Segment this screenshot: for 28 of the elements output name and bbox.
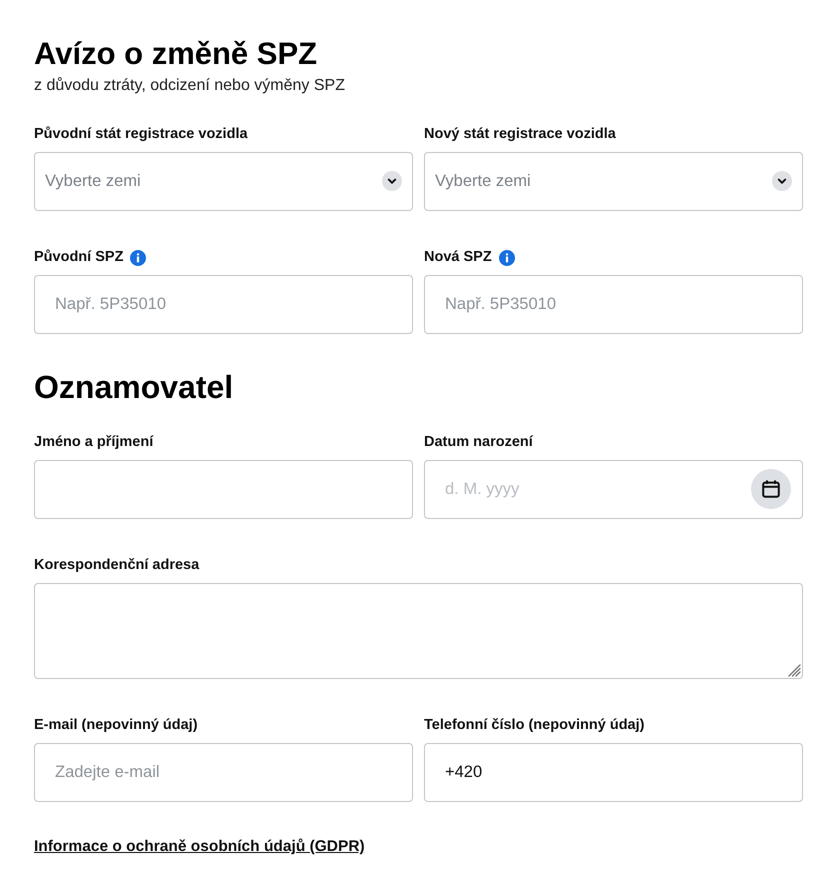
text-field[interactable]: Zadejte e-mail bbox=[34, 743, 413, 802]
field-label: Datum narození bbox=[424, 434, 533, 451]
field-label: Jméno a příjmení bbox=[34, 434, 154, 451]
field-label: Nová SPZ bbox=[424, 249, 492, 266]
text-field[interactable] bbox=[34, 460, 413, 519]
chevron-down-icon bbox=[772, 171, 792, 191]
date-field[interactable]: d. M. yyyy bbox=[424, 460, 803, 519]
field-label: Původní SPZ bbox=[34, 249, 124, 266]
text-field[interactable]: Např. 5P35010 bbox=[34, 275, 413, 334]
page-title: Avízo o změně SPZ bbox=[34, 36, 318, 72]
section-heading: Oznamovatel bbox=[34, 368, 234, 406]
select-field[interactable]: Vyberte zemi bbox=[424, 152, 803, 211]
resize-handle-icon[interactable] bbox=[788, 664, 801, 677]
field-label: E-mail (nepovinný údaj) bbox=[34, 717, 198, 734]
gdpr-link[interactable]: Informace o ochraně osobních údajů (GDPR) bbox=[34, 838, 365, 855]
info-icon[interactable] bbox=[498, 250, 515, 266]
field-label: Korespondenční adresa bbox=[34, 557, 200, 574]
chevron-down-icon bbox=[382, 171, 402, 191]
calendar-icon bbox=[762, 480, 780, 498]
select-field[interactable]: Vyberte zemi bbox=[34, 152, 413, 211]
text-field[interactable]: +420 bbox=[424, 743, 803, 802]
info-icon[interactable] bbox=[130, 250, 146, 266]
field-label: Původní stát registrace vozidla bbox=[34, 126, 248, 143]
field-label: Nový stát registrace vozidla bbox=[424, 126, 616, 143]
text-field[interactable]: Např. 5P35010 bbox=[424, 275, 803, 334]
field-label: Telefonní číslo (nepovinný údaj) bbox=[424, 717, 644, 734]
textarea-field[interactable] bbox=[34, 583, 803, 679]
page-subtitle: z důvodu ztráty, odcizení nebo výměny SPZ bbox=[34, 76, 345, 96]
